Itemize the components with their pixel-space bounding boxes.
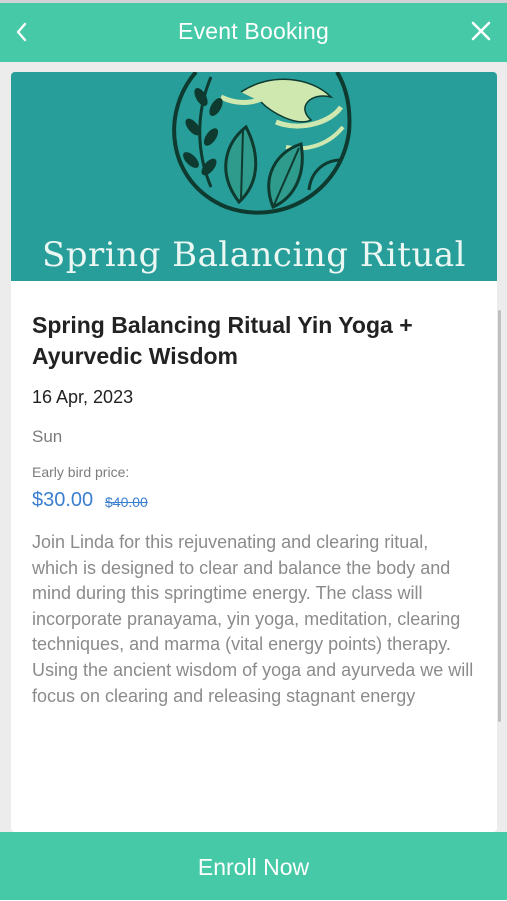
event-card: Spring Balancing Ritual Spring Balancing… xyxy=(11,72,497,832)
event-banner-image: Spring Balancing Ritual xyxy=(11,72,497,281)
enroll-now-button[interactable]: Enroll Now xyxy=(0,832,507,900)
description-paragraph: techniques, and marma (vital energy poin… xyxy=(32,634,451,655)
early-bird-label: Early bird price: xyxy=(32,464,130,480)
scrollbar[interactable] xyxy=(498,310,501,722)
banner-title: Spring Balancing Ritual xyxy=(41,235,466,275)
event-price: $30.00 xyxy=(32,489,94,511)
close-icon[interactable] xyxy=(469,19,493,43)
event-date: 16 Apr, 2023 xyxy=(32,387,134,407)
page-title: Event Booking xyxy=(178,18,329,44)
event-day: Sun xyxy=(32,427,63,446)
event-title: Spring Balancing Ritual Yin Yoga + Ayurv… xyxy=(32,312,413,369)
original-price: $40.00 xyxy=(105,494,148,510)
description-paragraph: Join Linda for this rejuvenating and cle… xyxy=(32,532,451,578)
event-details: Spring Balancing Ritual Yin Yoga + Ayurv… xyxy=(32,310,482,706)
description-paragraph: mind during this springtime energy. The … xyxy=(32,583,461,629)
description-paragraph: Using the ancient wisdom of yoga and ayu… xyxy=(32,659,474,706)
header-bar: Event Booking xyxy=(0,3,507,62)
event-description: Join Linda for this rejuvenating and cle… xyxy=(32,530,478,709)
